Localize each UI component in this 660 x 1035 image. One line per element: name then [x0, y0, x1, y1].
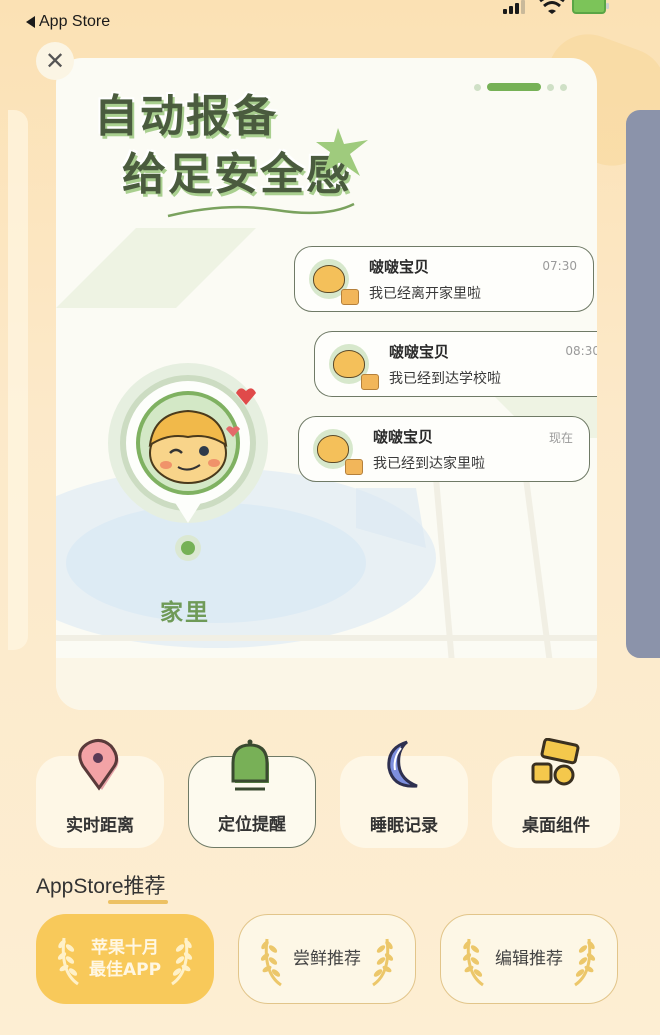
status-bar: App Store [0, 0, 660, 40]
back-to-app-store[interactable]: App Store [26, 13, 110, 31]
feature-label: 睡眠记录 [370, 816, 438, 836]
feature-label: 实时距离 [66, 816, 134, 836]
recommendation-list: 苹果十月 最佳APP 尝鲜推荐 编辑推荐 [36, 914, 618, 1004]
bell-icon [231, 739, 269, 791]
avatar [309, 259, 359, 305]
cellular-signal-icon [503, 0, 525, 14]
close-icon: ✕ [44, 47, 66, 75]
wifi-icon [539, 0, 565, 14]
headline-line-2: 给足安全感 [122, 149, 352, 200]
message-time: 07:30 [542, 259, 577, 273]
back-arrow-icon [26, 16, 35, 28]
message-time: 08:30 [565, 344, 597, 358]
carousel-dot[interactable] [560, 83, 567, 91]
feature-label: 桌面组件 [522, 816, 590, 836]
laurel-icon [574, 938, 596, 987]
carousel-dot-active[interactable] [487, 83, 541, 91]
message-text: 我已经到达家里啦 [373, 455, 485, 472]
widgets-icon [531, 738, 580, 786]
carousel-dot[interactable] [547, 83, 554, 91]
title-underline [107, 900, 168, 904]
feature-location-alert[interactable]: 定位提醒 [188, 739, 316, 848]
laurel-icon [57, 937, 79, 986]
feature-label: 定位提醒 [218, 815, 286, 835]
message-text: 我已经到达学校啦 [389, 370, 501, 387]
close-button[interactable]: ✕ [36, 42, 74, 80]
back-label: App Store [39, 13, 111, 30]
laurel-icon [260, 938, 282, 987]
notification-card: 啵啵宝贝 我已经离开家里啦 07:30 [294, 246, 594, 312]
carousel-indicator [474, 83, 567, 91]
message-text: 我已经离开家里啦 [369, 285, 481, 302]
laurel-icon [171, 937, 193, 986]
location-label: 家里 [160, 600, 210, 626]
laurel-icon [372, 938, 394, 987]
award-line-2: 最佳APP [88, 960, 162, 980]
award-new-picks[interactable]: 尝鲜推荐 [238, 914, 416, 1004]
banner-headline: 自动报备 给足安全感 [94, 88, 352, 204]
award-line-1: 苹果十月 [90, 938, 159, 958]
notification-card: 啵啵宝贝 我已经到达学校啦 08:30 [314, 331, 597, 397]
section-title: AppStore推荐 [36, 870, 168, 904]
carousel-dot[interactable] [474, 83, 481, 91]
star-icon [316, 128, 368, 176]
award-editors-choice[interactable]: 编辑推荐 [440, 914, 618, 1004]
next-screenshot-peek[interactable] [626, 110, 660, 658]
feature-banner-card: 自动报备 给足安全感 家里 啵啵宝贝 我已经离开家里啦 07:30 啵啵宝贝 我… [56, 58, 597, 710]
feature-list: 实时距离 定位提醒 睡眠记录 桌面组件 [36, 738, 620, 848]
laurel-icon [462, 938, 484, 987]
moon-icon [387, 740, 418, 788]
avatar [329, 344, 379, 390]
location-pin-avatar [108, 363, 268, 561]
avatar [313, 429, 363, 475]
message-time: 现在 [548, 431, 573, 445]
award-line-1: 尝鲜推荐 [293, 949, 361, 969]
section-title-text: AppStore推荐 [36, 875, 166, 898]
feature-sleep-record[interactable]: 睡眠记录 [340, 740, 468, 848]
award-line-1: 编辑推荐 [495, 949, 563, 969]
underline-swoosh [167, 202, 355, 218]
feature-real-time-distance[interactable]: 实时距离 [36, 739, 164, 848]
location-pin-icon [78, 739, 119, 791]
award-apple-best-app[interactable]: 苹果十月 最佳APP [36, 914, 214, 1004]
headline-line-1: 自动报备 [94, 91, 278, 142]
battery-charging-icon [572, 0, 609, 14]
notification-card: 啵啵宝贝 我已经到达家里啦 现在 [298, 416, 590, 482]
previous-screenshot-peek [8, 110, 28, 650]
feature-desktop-widgets[interactable]: 桌面组件 [492, 738, 620, 848]
